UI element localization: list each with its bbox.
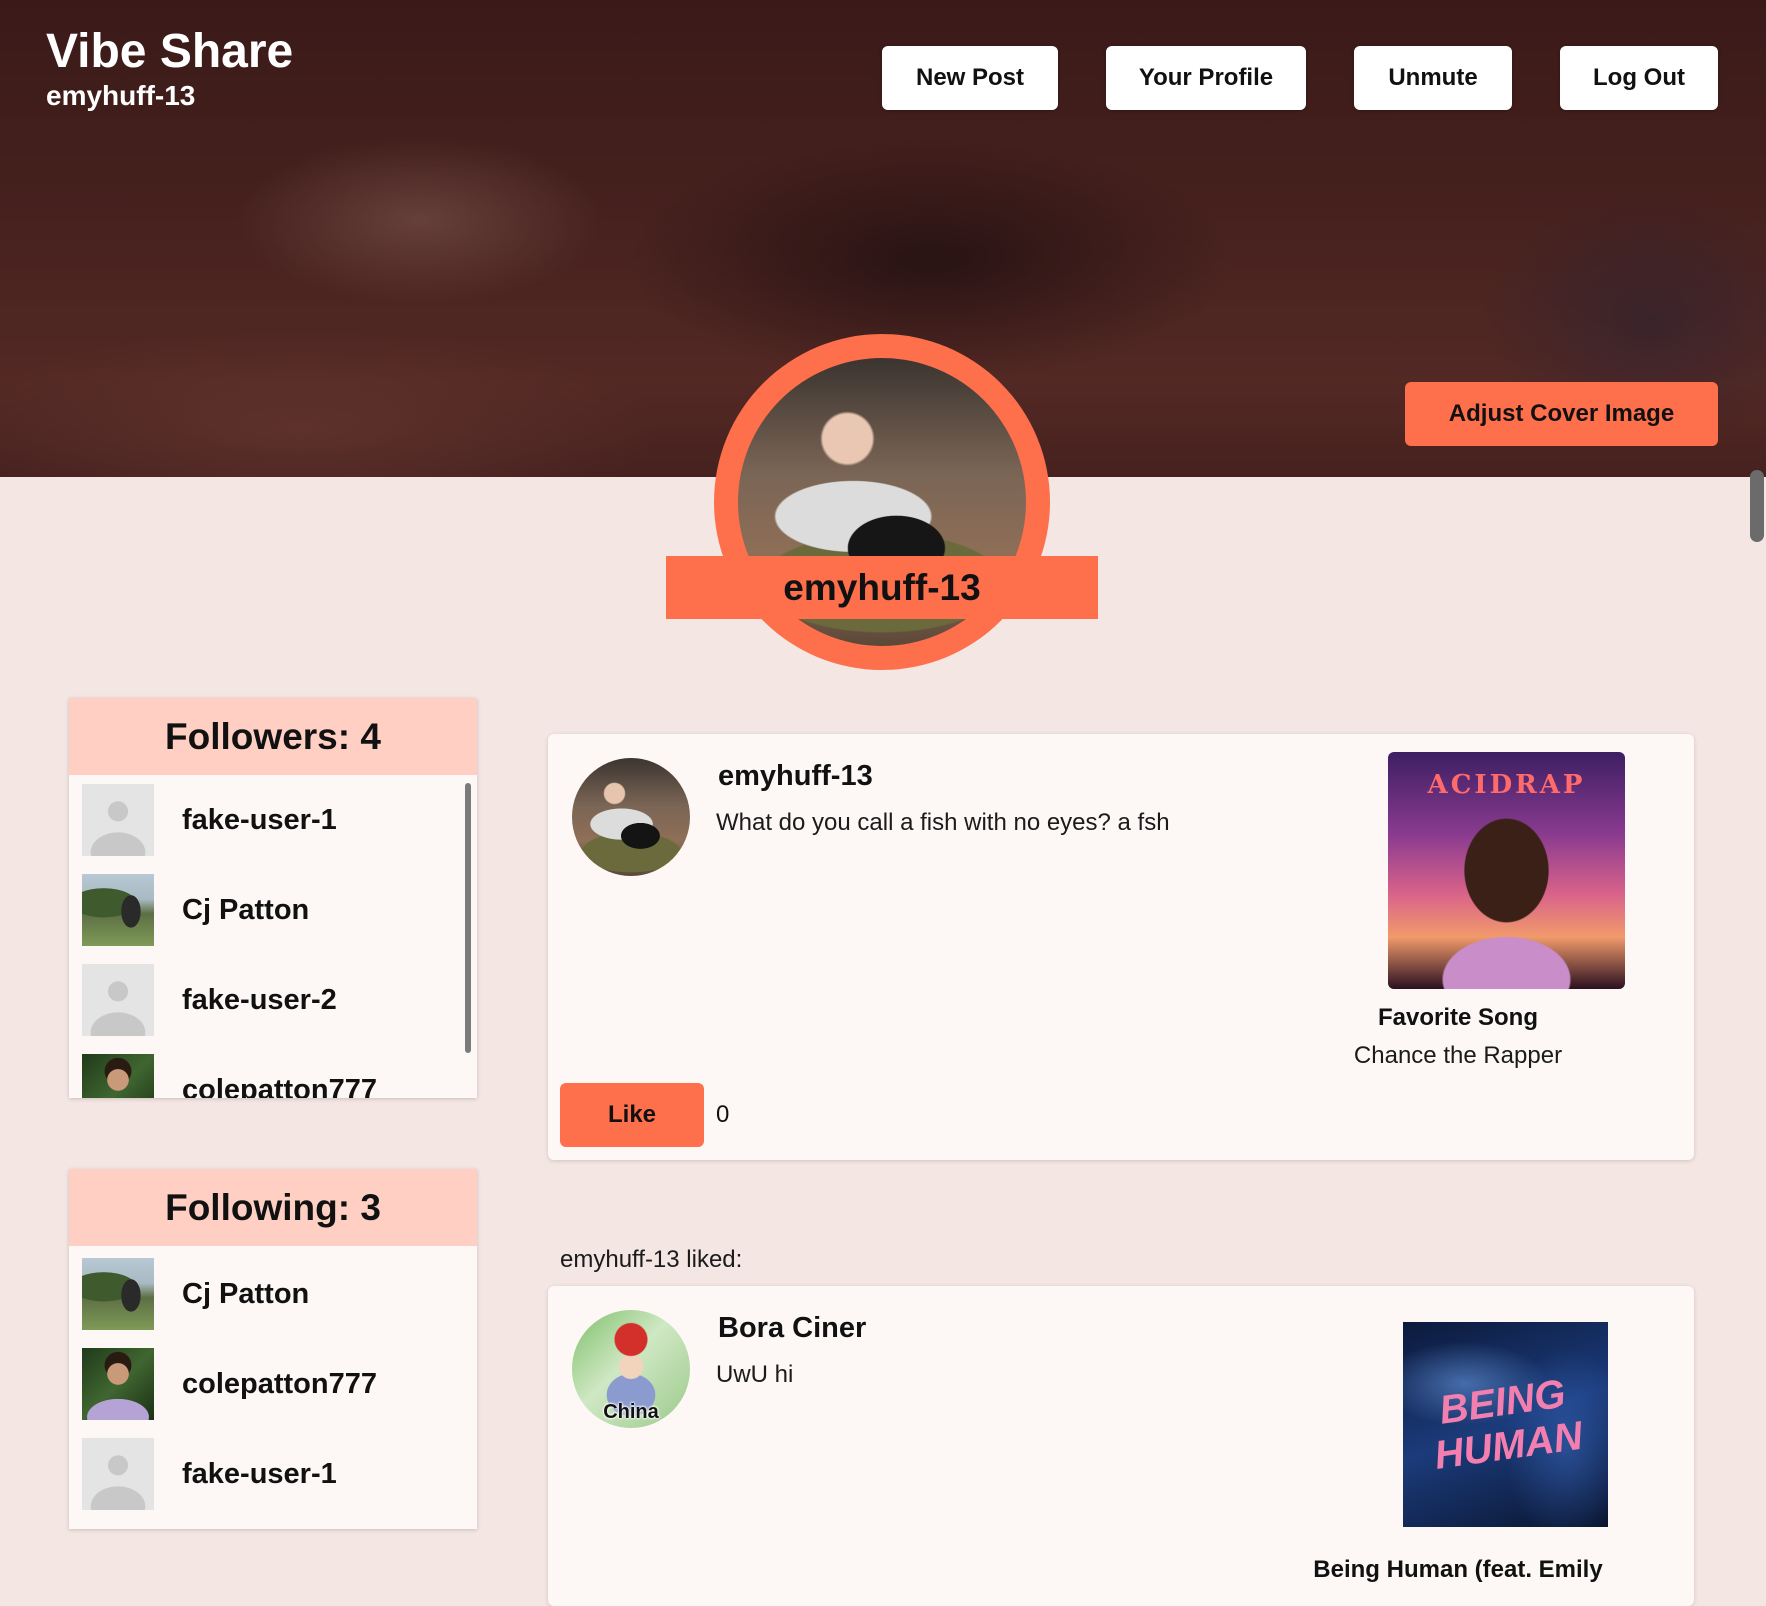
post-card: China Bora Ciner UwU hi BEING HUMAN Bein… — [548, 1286, 1694, 1606]
following-list[interactable]: Cj Patton colepatton777 fake-user-1 — [69, 1246, 477, 1532]
favorite-song-label: Favorite Song — [1377, 1004, 1539, 1031]
current-username: emyhuff-13 — [46, 80, 196, 111]
post-author-avatar[interactable]: China — [572, 1310, 690, 1428]
following-item[interactable]: colepatton777 — [69, 1339, 477, 1429]
post-text: UwU hi — [716, 1361, 794, 1388]
song-title: Being Human (feat. Emily — [1313, 1556, 1603, 1583]
like-count: 0 — [716, 1101, 730, 1128]
following-title: Following: 3 — [69, 1169, 477, 1246]
like-button[interactable]: Like — [560, 1083, 704, 1147]
your-profile-button[interactable]: Your Profile — [1106, 46, 1306, 110]
avatar-badge-text: China — [603, 1401, 659, 1423]
post-card: emyhuff-13 What do you call a fish with … — [548, 734, 1694, 1160]
song-artist: Chance the Rapper — [1353, 1042, 1563, 1069]
album-art[interactable]: ACIDRAP — [1388, 752, 1625, 989]
post-author[interactable]: emyhuff-13 — [718, 760, 873, 793]
log-out-button[interactable]: Log Out — [1560, 46, 1718, 110]
following-name: colepatton777 — [182, 1367, 377, 1400]
unmute-button[interactable]: Unmute — [1354, 46, 1512, 110]
post-author[interactable]: Bora Ciner — [718, 1312, 866, 1345]
album-art-title: BEING HUMAN — [1431, 1371, 1586, 1478]
follower-item[interactable]: colepatton777 — [69, 1045, 477, 1098]
new-post-button[interactable]: New Post — [882, 46, 1058, 110]
page-scrollbar[interactable] — [1750, 470, 1764, 542]
follower-name: fake-user-2 — [182, 983, 337, 1016]
followers-scrollbar[interactable] — [465, 783, 471, 1053]
app-title[interactable]: Vibe Share — [46, 24, 293, 79]
following-item[interactable]: Cj Patton — [69, 1249, 477, 1339]
follower-item[interactable]: fake-user-1 — [69, 775, 477, 865]
following-name: fake-user-1 — [182, 1457, 337, 1490]
default-avatar-icon — [82, 1438, 154, 1510]
followers-title: Followers: 4 — [69, 698, 477, 775]
liked-caption: emyhuff-13 liked: — [560, 1246, 743, 1273]
following-name: Cj Patton — [182, 1277, 310, 1310]
following-panel: Following: 3 Cj Patton colepatton777 fak… — [69, 1169, 477, 1529]
user-avatar — [82, 1054, 154, 1098]
follower-name: colepatton777 — [182, 1073, 377, 1099]
user-avatar — [82, 1258, 154, 1330]
followers-list[interactable]: fake-user-1 Cj Patton fake-user-2 colepa… — [69, 775, 477, 1098]
user-avatar — [82, 1348, 154, 1420]
adjust-cover-image-button[interactable]: Adjust Cover Image — [1405, 382, 1718, 446]
profile-avatar-ring — [714, 334, 1050, 670]
followers-panel: Followers: 4 fake-user-1 Cj Patton fake-… — [69, 698, 477, 1098]
following-item[interactable]: fake-user-1 — [69, 1429, 477, 1519]
profile-username-banner: emyhuff-13 — [666, 556, 1098, 619]
user-avatar — [82, 874, 154, 946]
album-art-title: ACIDRAP — [1427, 770, 1586, 800]
follower-name: fake-user-1 — [182, 803, 337, 836]
post-author-avatar[interactable] — [572, 758, 690, 876]
default-avatar-icon — [82, 964, 154, 1036]
follower-item[interactable]: Cj Patton — [69, 865, 477, 955]
default-avatar-icon — [82, 784, 154, 856]
follower-item[interactable]: fake-user-2 — [69, 955, 477, 1045]
follower-name: Cj Patton — [182, 893, 310, 926]
album-art[interactable]: BEING HUMAN — [1403, 1322, 1608, 1527]
post-text: What do you call a fish with no eyes? a … — [716, 809, 1170, 836]
